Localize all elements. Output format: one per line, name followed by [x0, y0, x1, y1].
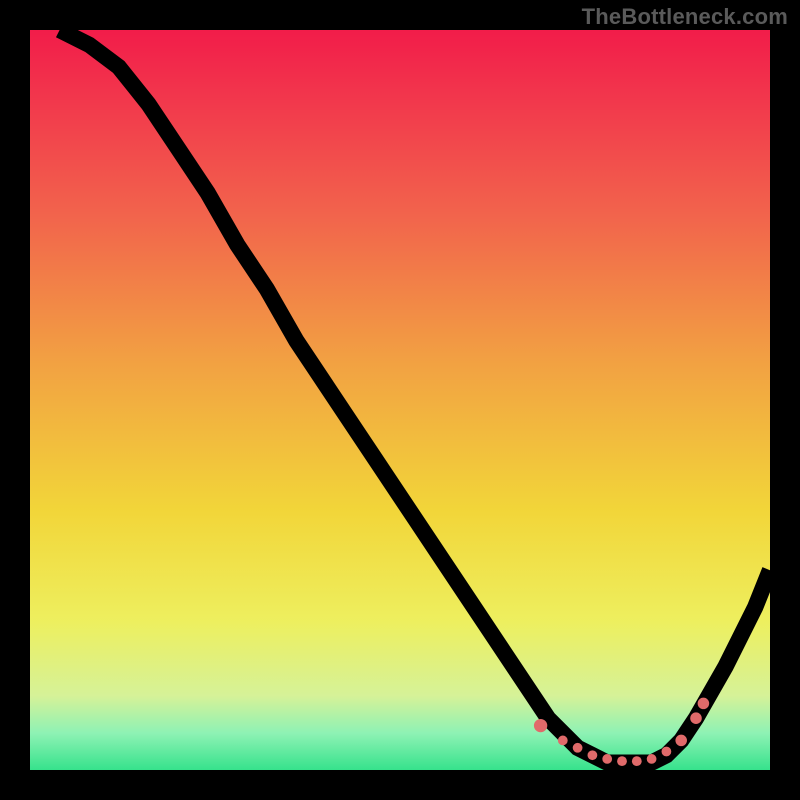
chart-svg — [30, 30, 770, 770]
bottleneck-curve — [60, 30, 770, 763]
marker-point — [647, 754, 657, 764]
marker-point — [632, 756, 642, 766]
marker-point — [690, 712, 702, 724]
marker-point — [558, 736, 568, 746]
marker-point — [617, 756, 627, 766]
marker-point — [698, 698, 710, 710]
chart-frame: TheBottleneck.com — [0, 0, 800, 800]
marker-point — [573, 743, 583, 753]
marker-point — [534, 719, 547, 732]
watermark-text: TheBottleneck.com — [582, 4, 788, 30]
marker-point — [662, 747, 672, 757]
marker-point — [602, 754, 612, 764]
marker-point — [675, 735, 687, 747]
marker-point — [588, 750, 598, 760]
plot-area — [30, 30, 770, 770]
